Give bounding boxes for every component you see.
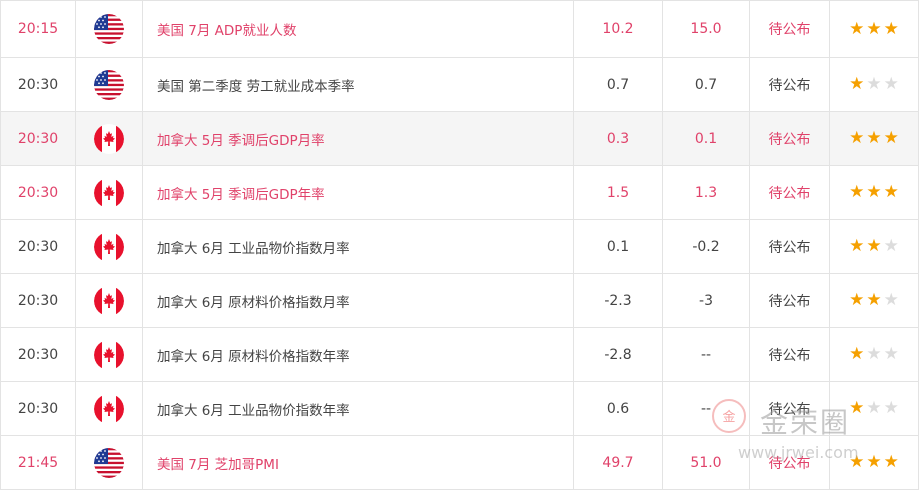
event-name[interactable]: 加拿大 6月 工业品物价指数月率 [143,220,574,273]
star-filled-icon: ★ [866,182,882,202]
star-filled-icon: ★ [849,236,865,256]
event-time: 20:30 [0,220,76,273]
star-empty-icon: ★ [866,74,882,94]
event-name[interactable]: 美国 第二季度 劳工就业成本季率 [143,58,574,111]
star-filled-icon: ★ [883,182,899,202]
importance-stars: ★ ★ ★ [830,58,919,111]
star-empty-icon: ★ [883,344,899,364]
star-filled-icon: ★ [849,74,865,94]
event-name[interactable]: 加拿大 5月 季调后GDP月率 [143,112,574,165]
us-flag-icon [94,447,124,478]
event-time: 20:15 [0,1,76,57]
star-filled-icon: ★ [883,18,899,39]
importance-stars: ★ ★ ★ [830,274,919,327]
star-empty-icon: ★ [883,74,899,94]
canada-flag-icon [94,177,124,208]
us-flag-icon [94,14,124,44]
forecast-value: -3 [663,274,750,327]
actual-value: 待公布 [750,166,830,219]
star-empty-icon: ★ [883,290,899,310]
canada-flag-icon [94,339,124,370]
event-time: 20:30 [0,382,76,435]
watermark-brand: 金荣圈 [760,406,851,439]
country-flag [76,58,143,111]
star-filled-icon: ★ [849,290,865,310]
actual-value: 待公布 [750,58,830,111]
actual-value: 待公布 [750,220,830,273]
event-name[interactable]: 美国 7月 芝加哥PMI [143,436,574,489]
previous-value: -2.3 [574,274,663,327]
table-row[interactable]: 20:30 加拿大 5月 季调后GDP年率 1.5 1.3 待公布 ★ ★ ★ [0,166,919,220]
previous-value: 10.2 [574,1,663,57]
event-time: 20:30 [0,166,76,219]
table-row[interactable]: 20:15 美国 7月 ADP就业人数 10.2 15.0 待公布 ★ ★ ★ [0,1,919,58]
actual-value: 待公布 [750,274,830,327]
star-filled-icon: ★ [866,128,882,148]
actual-value: 待公布 [750,1,830,57]
previous-value: -2.8 [574,328,663,381]
star-filled-icon: ★ [849,182,865,202]
previous-value: 49.7 [574,436,663,489]
watermark-logo: 金 [712,399,746,433]
forecast-value: -- [663,328,750,381]
previous-value: 0.1 [574,220,663,273]
country-flag [76,274,143,327]
event-name[interactable]: 加拿大 6月 原材料价格指数年率 [143,328,574,381]
event-time: 21:45 [0,436,76,489]
star-filled-icon: ★ [849,344,865,364]
event-time: 20:30 [0,112,76,165]
table-row[interactable]: 20:30 美国 第二季度 劳工就业成本季率 0.7 0.7 待公布 ★ ★ ★ [0,58,919,112]
event-name[interactable]: 加拿大 5月 季调后GDP年率 [143,166,574,219]
watermark: 金 金荣圈 www.jrwei.com [712,399,912,469]
table-row[interactable]: 20:30 加拿大 6月 原材料价格指数年率 -2.8 -- 待公布 ★ ★ ★ [0,328,919,382]
event-time: 20:30 [0,328,76,381]
previous-value: 0.6 [574,382,663,435]
watermark-url: www.jrwei.com [738,443,859,462]
country-flag [76,382,143,435]
star-filled-icon: ★ [866,236,882,256]
star-filled-icon: ★ [866,18,882,39]
country-flag [76,166,143,219]
star-filled-icon: ★ [883,128,899,148]
country-flag [76,1,143,57]
previous-value: 0.3 [574,112,663,165]
forecast-value: 0.1 [663,112,750,165]
star-empty-icon: ★ [883,236,899,256]
country-flag [76,328,143,381]
event-time: 20:30 [0,274,76,327]
table-row[interactable]: 20:30 加拿大 6月 原材料价格指数月率 -2.3 -3 待公布 ★ ★ ★ [0,274,919,328]
canada-flag-icon [94,285,124,316]
canada-flag-icon [94,123,124,154]
us-flag-icon [94,69,124,100]
actual-value: 待公布 [750,112,830,165]
forecast-value: 1.3 [663,166,750,219]
importance-stars: ★ ★ ★ [830,1,919,57]
forecast-value: -0.2 [663,220,750,273]
event-name[interactable]: 加拿大 6月 原材料价格指数月率 [143,274,574,327]
country-flag [76,220,143,273]
country-flag [76,436,143,489]
event-name[interactable]: 加拿大 6月 工业品物价指数年率 [143,382,574,435]
star-filled-icon: ★ [849,128,865,148]
importance-stars: ★ ★ ★ [830,166,919,219]
forecast-value: 15.0 [663,1,750,57]
star-filled-icon: ★ [849,18,865,39]
previous-value: 0.7 [574,58,663,111]
table-row[interactable]: 20:30 加拿大 6月 工业品物价指数月率 0.1 -0.2 待公布 ★ ★ ★ [0,220,919,274]
event-name[interactable]: 美国 7月 ADP就业人数 [143,1,574,57]
importance-stars: ★ ★ ★ [830,220,919,273]
event-time: 20:30 [0,58,76,111]
canada-flag-icon [94,393,124,424]
importance-stars: ★ ★ ★ [830,112,919,165]
star-empty-icon: ★ [866,344,882,364]
table-row[interactable]: 20:30 加拿大 5月 季调后GDP月率 0.3 0.1 待公布 ★ ★ ★ [0,112,919,166]
actual-value: 待公布 [750,328,830,381]
previous-value: 1.5 [574,166,663,219]
forecast-value: 0.7 [663,58,750,111]
importance-stars: ★ ★ ★ [830,328,919,381]
country-flag [76,112,143,165]
canada-flag-icon [94,231,124,262]
star-filled-icon: ★ [866,290,882,310]
